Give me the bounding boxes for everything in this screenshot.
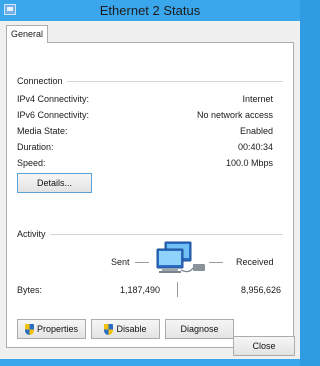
- tab-general[interactable]: General: [6, 25, 48, 43]
- window-title: Ethernet 2 Status: [99, 3, 201, 18]
- media-state-value: Enabled: [239, 126, 273, 136]
- title-bar[interactable]: Ethernet 2 Status: [0, 0, 300, 21]
- received-line: [209, 262, 223, 263]
- uac-shield-icon: [24, 323, 34, 335]
- ipv6-value: No network access: [196, 110, 273, 120]
- bytes-sent-value: 1,187,490: [119, 285, 160, 295]
- duration-value: 00:40:34: [237, 142, 273, 152]
- bytes-label: Bytes:: [17, 285, 43, 295]
- close-button[interactable]: Close: [233, 336, 295, 356]
- properties-button-label: Properties: [36, 324, 79, 334]
- received-label: Received: [236, 257, 274, 267]
- general-panel: Connection IPv4 Connectivity: Internet I…: [6, 42, 294, 348]
- disable-button-label: Disable: [116, 324, 147, 334]
- status-window: Ethernet 2 Status General Connection IPv…: [0, 0, 300, 366]
- properties-button[interactable]: Properties: [17, 319, 86, 339]
- diagnose-button[interactable]: Diagnose: [165, 319, 234, 339]
- sent-label: Sent: [111, 257, 130, 267]
- dialog-body: General Connection IPv4 Connectivity: In…: [0, 21, 300, 359]
- network-computers-icon: [156, 241, 205, 273]
- bytes-received-value: 8,956,626: [240, 285, 281, 295]
- duration-label: Duration:: [17, 142, 54, 152]
- ipv4-value: Internet: [242, 94, 273, 104]
- speed-value: 100.0 Mbps: [225, 158, 273, 168]
- media-state-label: Media State:: [17, 126, 68, 136]
- activity-divider: [17, 234, 283, 235]
- disable-button[interactable]: Disable: [91, 319, 160, 339]
- details-button[interactable]: Details...: [17, 173, 92, 193]
- connection-heading: Connection: [17, 76, 67, 86]
- activity-heading: Activity: [17, 229, 50, 239]
- uac-shield-icon: [104, 323, 114, 335]
- ipv6-label: IPv6 Connectivity:: [17, 110, 90, 120]
- window-frame-bottom: [0, 359, 300, 366]
- activity-separator: [177, 282, 178, 297]
- sent-line: [135, 262, 149, 263]
- ipv4-label: IPv4 Connectivity:: [17, 94, 90, 104]
- speed-label: Speed:: [17, 158, 46, 168]
